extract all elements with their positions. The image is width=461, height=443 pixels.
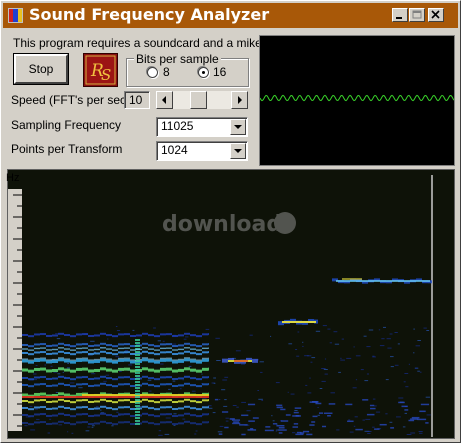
sampling-frequency-select[interactable]: 11025 <box>156 117 248 137</box>
maximize-icon <box>410 9 424 21</box>
speed-label: Speed (FFT's per sec) <box>11 93 130 107</box>
spectrogram-display: download <box>22 175 453 437</box>
stop-button[interactable]: Stop <box>14 54 68 84</box>
svg-text:S: S <box>101 66 111 84</box>
watermark-badge <box>274 212 296 234</box>
scroll-left-button[interactable] <box>156 91 173 109</box>
close-icon <box>429 9 443 21</box>
waveform-display <box>259 35 455 166</box>
info-text: This program requires a soundcard and a … <box>13 36 262 50</box>
waveform-trace <box>260 36 454 165</box>
sampling-frequency-value: 11025 <box>161 119 193 133</box>
app-icon[interactable] <box>8 8 23 23</box>
points-dropdown-button[interactable] <box>230 143 246 159</box>
chevron-down-icon <box>231 144 245 158</box>
sampling-frequency-label: Sampling Frequency <box>11 118 121 132</box>
points-per-transform-select[interactable]: 1024 <box>156 141 248 161</box>
app-logo: R S <box>83 53 118 87</box>
minimize-button[interactable] <box>392 8 408 22</box>
title-bar[interactable]: Sound Frequency Analyzer <box>3 3 458 28</box>
points-per-transform-label: Points per Transform <box>11 142 122 156</box>
speed-value: 10 <box>124 91 150 109</box>
main-window: Sound Frequency Analyzer This program re… <box>0 0 461 443</box>
arrow-left-icon <box>157 92 172 108</box>
sampling-dropdown-button[interactable] <box>230 119 246 135</box>
hz-axis-label: Hz <box>6 172 19 184</box>
speed-scrollbar[interactable] <box>156 91 248 109</box>
bits-per-sample-title: Bits per sample <box>134 52 221 66</box>
arrow-right-icon <box>232 92 247 108</box>
scroll-right-button[interactable] <box>231 91 248 109</box>
chevron-down-icon <box>231 120 245 134</box>
maximize-button[interactable] <box>409 8 425 22</box>
frequency-ruler <box>8 189 22 431</box>
speed-slider-thumb[interactable] <box>190 91 207 109</box>
watermark: download <box>162 212 296 237</box>
radio-8-label: 8 <box>163 65 170 79</box>
window-title: Sound Frequency Analyzer <box>29 5 269 24</box>
close-button[interactable] <box>428 8 444 22</box>
minimize-icon <box>393 9 407 21</box>
radio-8-bits[interactable] <box>147 67 158 78</box>
watermark-text: download <box>162 212 282 237</box>
radio-16-label: 16 <box>213 65 226 79</box>
radio-16-bits[interactable] <box>198 67 209 78</box>
points-per-transform-value: 1024 <box>161 143 188 157</box>
